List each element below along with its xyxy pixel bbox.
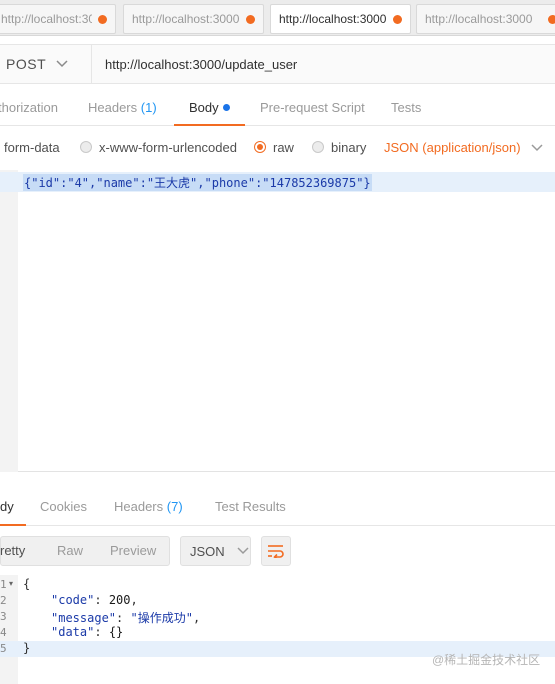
request-body-text[interactable]: {"id":"4","name":"王大虎","phone":"14785236… [23, 174, 372, 191]
watermark: @稀土掘金技术社区 [432, 653, 541, 667]
line-number: 3 [0, 610, 7, 623]
tab-prerequest-script[interactable]: Pre-request Script [260, 92, 365, 126]
json-key: "data" [51, 625, 95, 639]
tab-test-results[interactable]: Test Results [215, 490, 286, 526]
option-raw-label: raw [273, 139, 294, 155]
unsaved-dot-icon [98, 14, 107, 24]
request-tab[interactable]: http://localhost:3000 [0, 4, 116, 34]
option-form-data[interactable]: form-data [4, 130, 60, 164]
request-tabs: thorization Headers (1) Body Pre-request… [0, 92, 555, 126]
content-type-label: JSON (application/json) [384, 139, 521, 155]
request-tab-active[interactable]: http://localhost:3000 [270, 4, 411, 34]
tab-headers[interactable]: Headers (1) [88, 92, 157, 126]
request-tab-label: http://localhost:3000 [1, 12, 92, 26]
tab-response-headers-label: Headers [114, 499, 164, 514]
response-line-2: "code": 200, [51, 593, 138, 607]
request-tab[interactable]: http://localhost:3000 [123, 4, 264, 34]
response-toolbar: retty Raw Preview JSON [0, 534, 555, 568]
fold-arrow-icon[interactable]: ▾ [9, 579, 13, 588]
option-form-data-label: form-data [4, 139, 60, 155]
tab-headers-label: Headers [88, 100, 138, 115]
view-raw-button[interactable]: Raw [57, 543, 83, 558]
editor-gutter [0, 170, 18, 472]
url-bar: POST http://localhost:3000/update_user [0, 44, 555, 84]
request-tab-label: http://localhost:3000 [279, 12, 387, 26]
unsaved-dot-icon [246, 14, 255, 24]
method-label: POST [6, 56, 47, 72]
tab-body-label: Body [189, 100, 219, 115]
response-line-1: { [23, 577, 31, 591]
option-urlencoded-label: x-www-form-urlencoded [99, 139, 237, 155]
chevron-down-icon [531, 140, 543, 155]
tab-body[interactable]: Body [174, 92, 245, 126]
radio-selected-icon[interactable] [254, 141, 266, 153]
wrap-lines-button[interactable] [261, 536, 291, 566]
radio-icon[interactable] [312, 141, 324, 153]
view-pretty-button[interactable]: retty [0, 543, 25, 558]
view-mode-segment: retty Raw Preview [0, 536, 170, 566]
tab-response-headers[interactable]: Headers (7) [114, 490, 183, 526]
line-number: 5 [0, 642, 7, 655]
unsaved-dot-icon [548, 14, 555, 24]
url-input[interactable]: http://localhost:3000/update_user [105, 57, 297, 72]
modified-dot-icon [222, 104, 230, 111]
line-number: 2 [0, 594, 7, 607]
body-type-options: form-data x-www-form-urlencoded raw bina… [0, 130, 555, 164]
option-raw[interactable]: raw [254, 130, 294, 164]
unsaved-dot-icon [393, 14, 402, 24]
option-binary-label: binary [331, 139, 367, 155]
request-tab[interactable]: http://localhost:3000 [416, 4, 555, 34]
json-key: "code" [51, 593, 95, 607]
format-label: JSON [190, 543, 225, 559]
chevron-down-icon [237, 544, 249, 558]
response-line-3: "message": "操作成功", [51, 611, 201, 625]
json-key: "message" [51, 611, 117, 625]
json-value: "操作成功" [130, 611, 193, 625]
option-urlencoded[interactable]: x-www-form-urlencoded [80, 130, 237, 164]
format-select[interactable]: JSON [180, 536, 251, 566]
json-value: 200 [108, 593, 131, 607]
line-number: 4 [0, 626, 7, 639]
request-tab-label: http://localhost:3000 [425, 12, 533, 26]
response-line-4: "data": {} [51, 625, 124, 639]
tab-tests[interactable]: Tests [391, 92, 421, 126]
json-value: {} [108, 625, 124, 639]
view-preview-button[interactable]: Preview [110, 543, 156, 558]
request-body-editor[interactable]: {"id":"4","name":"王大虎","phone":"14785236… [0, 170, 555, 472]
tab-cookies[interactable]: Cookies [40, 490, 87, 526]
method-select[interactable]: POST [0, 44, 92, 84]
response-line-5: } [23, 641, 31, 655]
tab-authorization[interactable]: thorization [0, 92, 58, 126]
content-type-select[interactable]: JSON (application/json) [384, 130, 543, 164]
tab-strip: http://localhost:3000 http://localhost:3… [0, 0, 555, 36]
option-binary[interactable]: binary [312, 130, 366, 164]
wrap-lines-icon [268, 545, 284, 558]
response-tabs: dy Cookies Headers (7) Test Results [0, 490, 555, 526]
request-tab-label: http://localhost:3000 [132, 12, 240, 26]
radio-icon[interactable] [80, 141, 92, 153]
headers-count: (1) [140, 100, 157, 115]
response-headers-count: (7) [166, 499, 183, 514]
tab-response-body[interactable]: dy [0, 490, 26, 526]
chevron-down-icon [56, 57, 68, 71]
